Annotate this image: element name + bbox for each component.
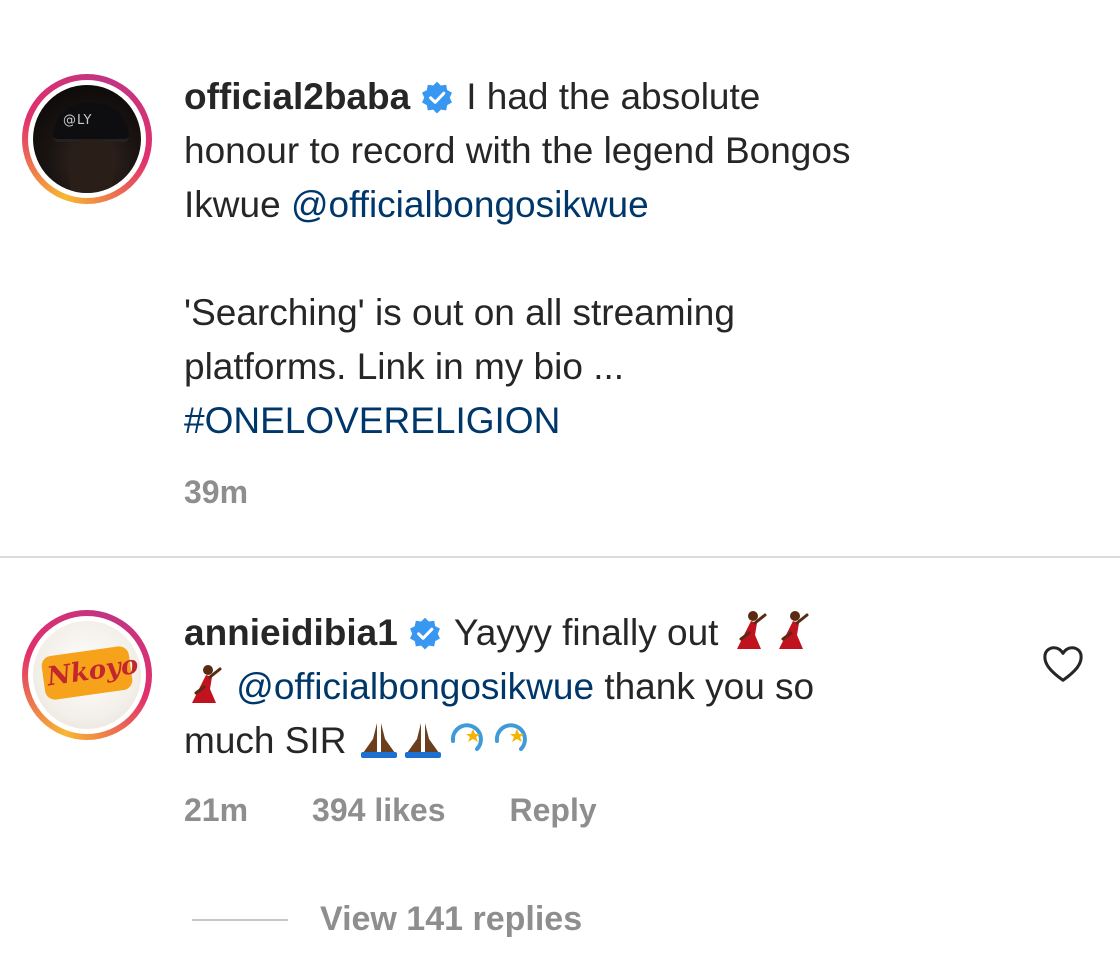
- dancer-emoji: [192, 665, 222, 703]
- mention-link[interactable]: @officialbongosikwue: [291, 184, 649, 225]
- comment-text: platforms. Link in my bio ...: [184, 346, 625, 387]
- comment-text: honour to record with the legend Bongos: [184, 130, 851, 171]
- pray-emoji: [404, 723, 441, 758]
- comment-official2baba: official2baba I had the absolute honour t…: [184, 70, 1044, 448]
- verified-badge-icon: [422, 81, 453, 114]
- username[interactable]: official2baba: [184, 76, 410, 117]
- avatar-border: Nkoyo: [28, 616, 146, 734]
- replies-rule: [192, 918, 288, 921]
- comment-meta: 39m: [184, 474, 248, 511]
- username[interactable]: annieidibia1: [184, 612, 398, 653]
- timestamp: 39m: [184, 474, 249, 510]
- dizzy-emoji: [450, 723, 483, 751]
- comment-annieidibia1: annieidibia1 Yayyy finally out @officialb…: [184, 606, 1014, 768]
- divider: [0, 556, 1120, 558]
- comment-line: much SIR: [184, 714, 1014, 768]
- hashtag-link[interactable]: #ONELOVERELIGION: [184, 394, 1044, 448]
- reply-button[interactable]: Reply: [510, 792, 597, 829]
- face-shape: [69, 139, 113, 193]
- likes-count[interactable]: 394 likes: [312, 792, 445, 829]
- mention-link[interactable]: @officialbongosikwue: [236, 666, 594, 707]
- view-replies-button[interactable]: View 141 replies: [192, 900, 582, 939]
- dizzy-emoji: [494, 723, 527, 751]
- pray-emoji: [360, 723, 397, 758]
- comment-line: official2baba I had the absolute: [184, 70, 1044, 124]
- cap-logo-text: @LY: [63, 113, 93, 128]
- avatar-official2baba[interactable]: @LY: [22, 74, 152, 204]
- avatar-photo: Nkoyo: [33, 621, 141, 729]
- view-replies-label: View 141 replies: [320, 900, 583, 938]
- avatar-photo: @LY: [33, 85, 141, 193]
- avatar-border: @LY: [28, 80, 146, 198]
- comment-line: Ikwue @officialbongosikwue: [184, 178, 1044, 232]
- comment-meta: 21m 394 likes Reply: [184, 792, 597, 829]
- comment-line: annieidibia1 Yayyy finally out: [184, 606, 1014, 660]
- comment-text: 'Searching' is out on all streaming: [184, 292, 735, 333]
- comment-text: much SIR: [184, 720, 347, 761]
- comment-line: @officialbongosikwue thank you so: [184, 660, 1014, 714]
- dancer-emoji: [778, 611, 809, 649]
- verified-badge-icon: [409, 617, 440, 650]
- comment-text: thank you so: [594, 666, 815, 707]
- comment-text: Ikwue: [184, 184, 291, 225]
- heart-outline-icon[interactable]: [1042, 644, 1084, 684]
- comment-text: Yayyy finally out: [453, 612, 719, 653]
- timestamp: 21m: [184, 792, 249, 828]
- avatar-annieidibia1[interactable]: Nkoyo: [22, 610, 152, 740]
- dancer-emoji: [736, 611, 767, 649]
- comment-text: I had the absolute: [466, 76, 761, 117]
